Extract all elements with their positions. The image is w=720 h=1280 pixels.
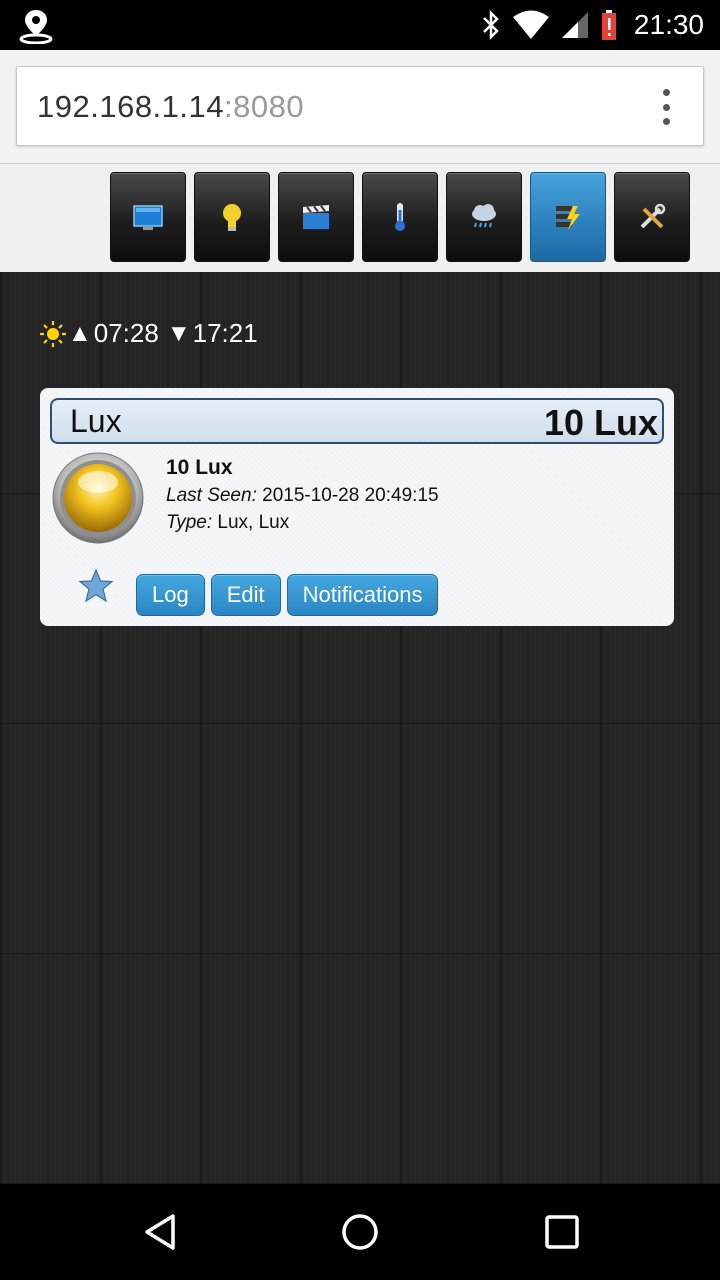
sun-times: ▲ 07:28 ▼ 17:21: [40, 318, 258, 349]
domoticz-toolbar: [0, 164, 720, 272]
back-icon[interactable]: [140, 1212, 180, 1252]
url-host: 192.168.1.14: [37, 89, 225, 124]
sunset-icon: ▼: [166, 319, 191, 347]
main-content: ▲ 07:28 ▼ 17:21 Lux 10 Lux 10 Lux Last S…: [0, 272, 720, 1184]
device-actions: Log Edit Notifications: [136, 574, 439, 616]
clock: 21:30: [633, 9, 704, 40]
rain-cloud-icon: [472, 204, 496, 228]
battery-alert-icon: [601, 10, 616, 40]
dashboard-button[interactable]: [110, 172, 186, 262]
lights-button[interactable]: [194, 172, 270, 262]
address-bar[interactable]: 192.168.1.14:8080: [16, 66, 704, 146]
sunset-time: 17:21: [192, 318, 258, 348]
location-icon: [19, 10, 53, 44]
browser-chrome: 192.168.1.14:8080: [0, 50, 720, 164]
overflow-menu-icon[interactable]: [659, 89, 673, 125]
wifi-icon: [512, 10, 549, 39]
sunrise-icon: ▲: [68, 319, 92, 347]
last-seen: Last Seen: 2015-10-28 20:49:15: [166, 485, 439, 507]
home-icon[interactable]: [340, 1212, 380, 1252]
temperature-button[interactable]: [362, 172, 438, 262]
utility-lightning-icon: [556, 206, 580, 230]
weather-button[interactable]: [446, 172, 522, 262]
monitor-icon: [133, 205, 163, 230]
device-status: 10 Lux: [166, 456, 233, 479]
type-label: Type:: [166, 512, 213, 533]
device-info: 10 Lux Last Seen: 2015-10-28 20:49:15 Ty…: [166, 456, 439, 539]
notifications-button[interactable]: Notifications: [286, 574, 439, 616]
clapperboard-icon: [303, 205, 329, 229]
sunrise-time: 07:28: [93, 318, 159, 348]
tools-icon: [640, 203, 666, 229]
url-port: :8080: [224, 89, 305, 124]
device-card-header: Lux 10 Lux: [50, 398, 664, 444]
edit-button[interactable]: Edit: [210, 574, 281, 616]
navigation-bar: [0, 1184, 720, 1280]
last-seen-value: 2015-10-28 20:49:15: [262, 485, 439, 506]
device-card: Lux 10 Lux 10 Lux Last Seen: 2015-10-28 …: [40, 388, 674, 626]
thermometer-icon: [395, 203, 405, 231]
lux-sensor-icon: [52, 452, 144, 544]
signal-icon: [561, 12, 588, 38]
bluetooth-icon: [483, 9, 499, 41]
favorite-star-icon[interactable]: [78, 568, 114, 604]
lightbulb-icon: [223, 204, 241, 231]
utility-button[interactable]: [530, 172, 606, 262]
log-button[interactable]: Log: [136, 574, 205, 616]
setup-button[interactable]: [614, 172, 690, 262]
last-seen-label: Last Seen:: [166, 485, 257, 506]
device-type: Type: Lux, Lux: [166, 512, 439, 534]
device-title: Lux: [70, 403, 122, 439]
recents-icon[interactable]: [542, 1212, 582, 1252]
status-bar: 21:30: [0, 0, 720, 50]
status-icons: 21:30: [480, 0, 704, 50]
type-value: Lux, Lux: [217, 512, 290, 533]
sun-icon: [40, 320, 66, 347]
device-value: 10 Lux: [543, 402, 658, 443]
url-text[interactable]: 192.168.1.14:8080: [37, 89, 304, 125]
scenes-button[interactable]: [278, 172, 354, 262]
